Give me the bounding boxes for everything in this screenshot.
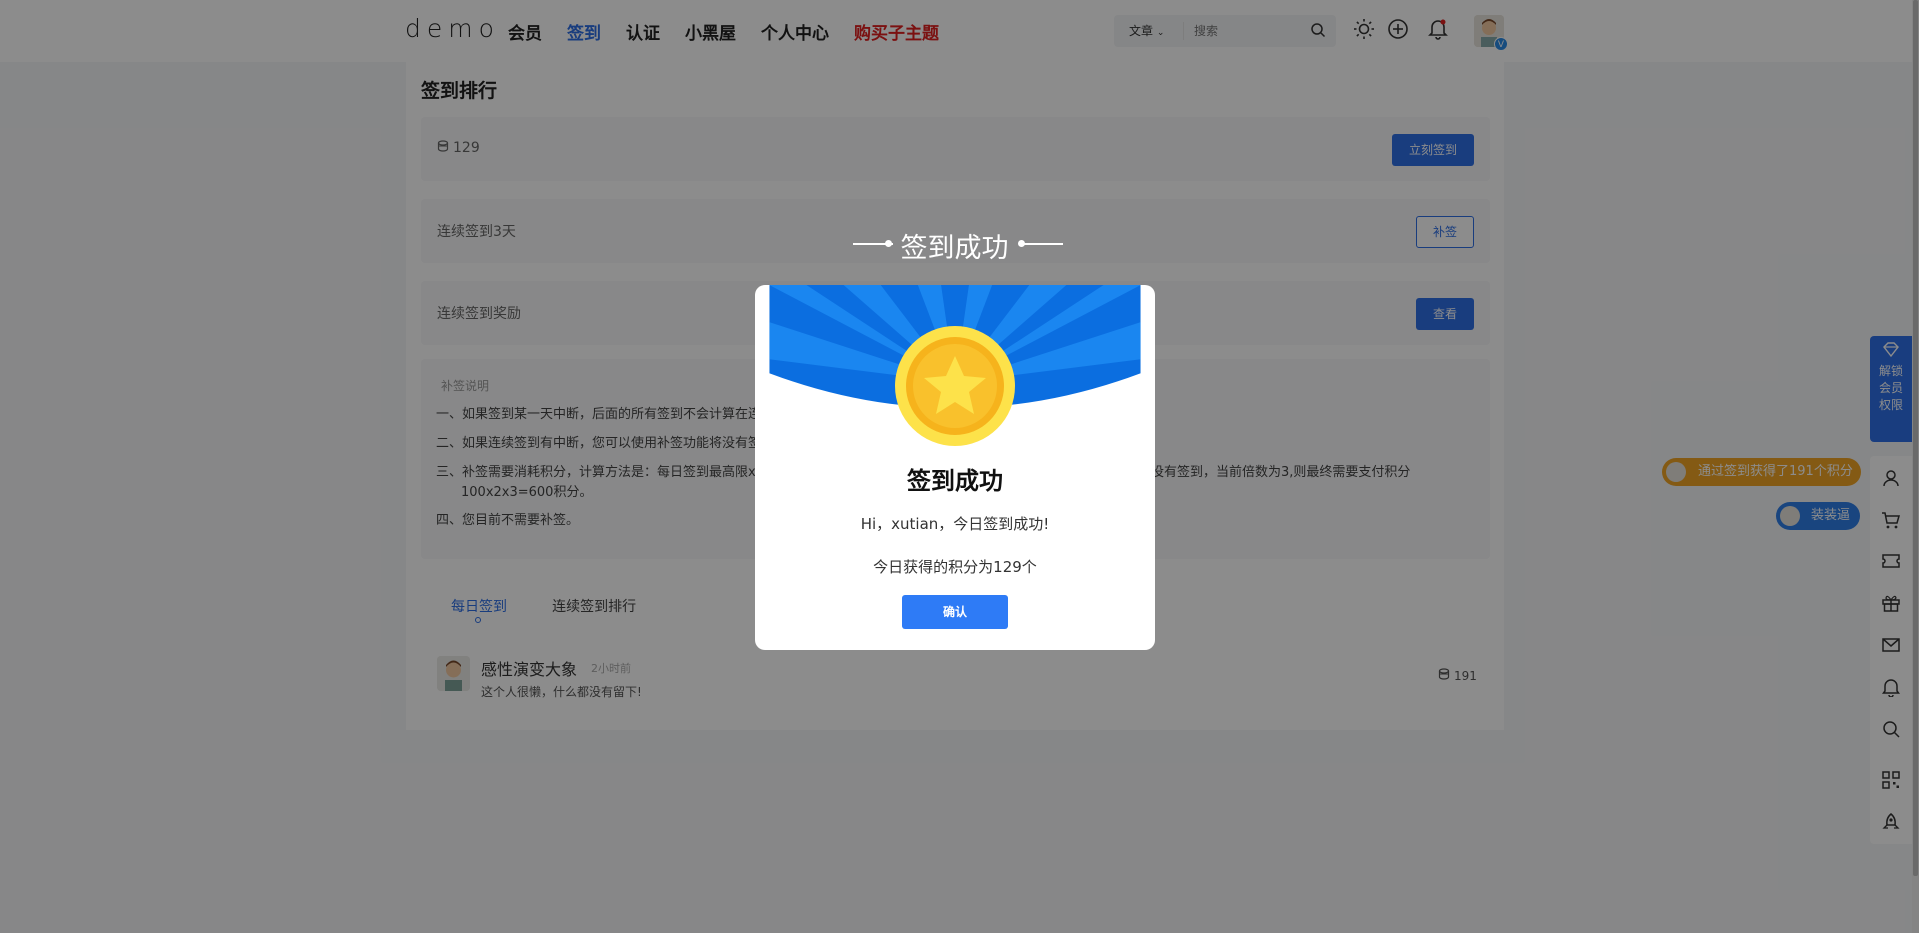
modal-points-earned: 今日获得的积分为129个: [873, 558, 1037, 576]
confirm-button[interactable]: 确认: [902, 595, 1008, 629]
banner-decor-line: [1023, 243, 1063, 245]
checkin-success-modal: 签到成功 Hi，xutian，今日签到成功! 今日获得的积分为129个 确认: [755, 285, 1155, 650]
modal-title: 签到成功: [907, 467, 1003, 495]
gold-star-medal-icon: [895, 326, 1015, 446]
modal-greeting: Hi，xutian，今日签到成功!: [860, 515, 1050, 533]
success-banner-title: 签到成功: [900, 233, 1009, 264]
